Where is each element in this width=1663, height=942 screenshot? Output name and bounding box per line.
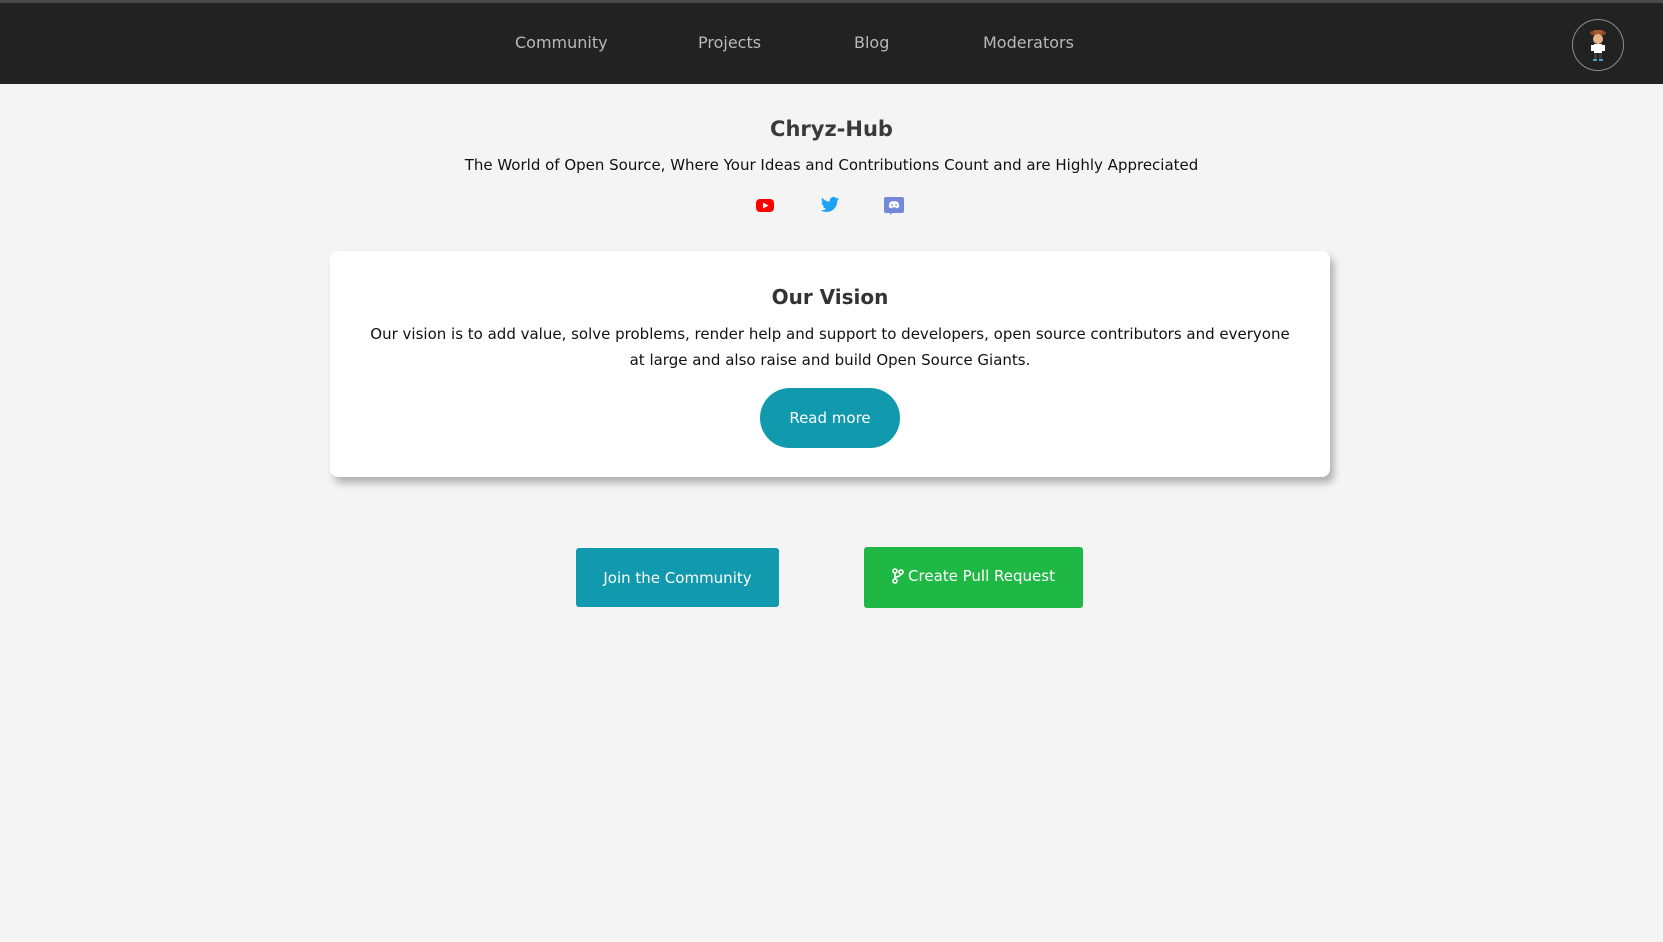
avatar-icon	[1590, 30, 1606, 61]
vision-text: Our vision is to add value, solve proble…	[370, 325, 1290, 369]
site-title: Chryz-Hub	[770, 117, 893, 141]
vision-card: Our Vision Our vision is to add value, s…	[330, 251, 1330, 477]
navbar: Community Projects Blog Moderators	[0, 3, 1663, 84]
twitter-icon[interactable]	[819, 195, 841, 215]
nav-link-blog[interactable]: Blog	[854, 33, 889, 52]
youtube-icon[interactable]	[754, 195, 776, 215]
nav-link-moderators[interactable]: Moderators	[983, 33, 1074, 52]
nav-link-projects[interactable]: Projects	[698, 33, 761, 52]
user-avatar[interactable]	[1572, 19, 1624, 71]
git-branch-icon	[892, 568, 904, 584]
vision-title: Our Vision	[771, 285, 889, 309]
create-pull-request-button[interactable]: Create Pull Request	[864, 547, 1083, 608]
join-community-button[interactable]: Join the Community	[576, 548, 779, 607]
create-pull-request-label: Create Pull Request	[908, 567, 1055, 585]
read-more-button[interactable]: Read more	[760, 388, 900, 448]
nav-link-community[interactable]: Community	[515, 33, 608, 52]
site-subtitle: The World of Open Source, Where Your Ide…	[464, 156, 1199, 174]
discord-icon[interactable]	[883, 195, 905, 215]
